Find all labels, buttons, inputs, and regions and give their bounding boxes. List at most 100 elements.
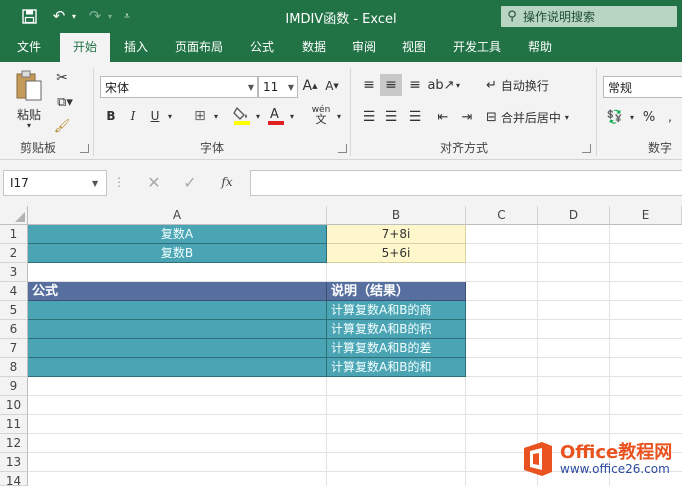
chevron-down-icon: ▾	[564, 112, 569, 122]
font-color-dropdown-icon[interactable]: ▾	[286, 106, 298, 126]
cell-b1[interactable]: 7+8i	[327, 225, 466, 244]
cell-a8[interactable]	[28, 358, 327, 377]
italic-button[interactable]: I	[124, 106, 142, 126]
tab-data[interactable]: 数据	[292, 33, 336, 62]
paste-icon[interactable]	[12, 68, 46, 104]
cell-a5[interactable]	[28, 301, 327, 320]
decrease-font-icon[interactable]: A ▼	[322, 76, 342, 96]
row-header[interactable]: 5	[0, 301, 28, 320]
row-header[interactable]: 2	[0, 244, 28, 263]
row-header[interactable]: 8	[0, 358, 28, 377]
cell-b5[interactable]: 计算复数A和B的商	[327, 301, 466, 320]
borders-icon[interactable]: ⊞	[190, 106, 210, 126]
formula-input[interactable]	[250, 170, 682, 196]
cell-a1[interactable]: 复数A	[28, 225, 327, 244]
tab-home[interactable]: 开始	[60, 31, 110, 64]
clipboard-launcher-icon[interactable]	[80, 144, 89, 153]
row-header[interactable]: 3	[0, 263, 28, 282]
align-left-icon[interactable]: ☰	[358, 106, 380, 128]
orientation-dropdown-icon[interactable]: ▾	[452, 74, 464, 96]
cell-b4[interactable]: 说明（结果）	[327, 282, 466, 301]
borders-dropdown-icon[interactable]: ▾	[210, 106, 222, 126]
chevron-down-icon: ▼	[287, 82, 295, 92]
alignment-launcher-icon[interactable]	[582, 144, 591, 153]
font-launcher-icon[interactable]	[338, 144, 347, 153]
separator	[93, 68, 94, 156]
row-header[interactable]: 6	[0, 320, 28, 339]
tab-file[interactable]: 文件	[6, 33, 52, 62]
format-painter-icon[interactable]: 🖌	[52, 116, 72, 136]
ribbon: 粘贴 ▾ ✂ ⧉▾ 🖌 剪贴板 宋体 ▼ 11 ▼ A ▲ A ▼ B I U ▾ …	[0, 62, 682, 160]
top-align-icon[interactable]: ≡	[358, 74, 380, 96]
cell-b6[interactable]: 计算复数A和B的积	[327, 320, 466, 339]
column-header-d[interactable]: D	[538, 206, 610, 225]
alignment-group-label: 对齐方式	[440, 141, 489, 155]
phonetic-guide-icon[interactable]: wén 文	[308, 104, 334, 126]
name-box[interactable]: I17 ▼	[3, 170, 107, 196]
tab-formulas[interactable]: 公式	[240, 33, 284, 62]
cell-b8[interactable]: 计算复数A和B的和	[327, 358, 466, 377]
font-name-select[interactable]: 宋体 ▼	[100, 76, 258, 98]
row-header[interactable]: 4	[0, 282, 28, 301]
tab-developer[interactable]: 开发工具	[444, 33, 510, 62]
cancel-icon[interactable]: ✕	[142, 170, 166, 194]
underline-button[interactable]: U	[146, 106, 164, 126]
column-header-b[interactable]: B	[327, 206, 466, 225]
row-header[interactable]: 7	[0, 339, 28, 358]
tab-review[interactable]: 审阅	[342, 33, 386, 62]
paste-dropdown-icon[interactable]: ▾	[22, 120, 36, 130]
font-size-select[interactable]: 11 ▼	[258, 76, 298, 98]
number-format-value: 常规	[608, 80, 633, 95]
row-header[interactable]: 14	[0, 472, 28, 488]
cell-a4[interactable]: 公式	[28, 282, 327, 301]
row-header[interactable]: 9	[0, 377, 28, 396]
name-box-value: I17	[10, 176, 29, 190]
tab-view[interactable]: 视图	[392, 33, 436, 62]
merge-center-button[interactable]: ⊟ 合并后居中 ▾	[486, 106, 596, 128]
decrease-indent-icon[interactable]: ⇤	[432, 106, 454, 128]
increase-font-icon[interactable]: A ▲	[300, 76, 320, 96]
number-group-label: 数字	[648, 141, 673, 155]
tab-page-layout[interactable]: 页面布局	[166, 33, 232, 62]
currency-dropdown-icon[interactable]: ▾	[626, 106, 638, 128]
cell-b2[interactable]: 5+6i	[327, 244, 466, 263]
enter-icon[interactable]: ✓	[178, 170, 202, 194]
copy-icon[interactable]: ⧉▾	[52, 92, 78, 112]
wrap-text-button[interactable]: ↵ 自动换行	[486, 74, 566, 96]
cell-a7[interactable]	[28, 339, 327, 358]
cut-icon[interactable]: ✂	[52, 68, 72, 88]
bold-button[interactable]: B	[102, 106, 120, 126]
row-header[interactable]: 13	[0, 453, 28, 472]
middle-align-icon[interactable]: ≡	[380, 74, 402, 96]
cell-b7[interactable]: 计算复数A和B的差	[327, 339, 466, 358]
increase-indent-icon[interactable]: ⇥	[456, 106, 478, 128]
fill-color-dropdown-icon[interactable]: ▾	[252, 106, 264, 126]
row-header[interactable]: 10	[0, 396, 28, 415]
row-header[interactable]: 1	[0, 225, 28, 244]
align-center-icon[interactable]: ☰	[380, 106, 402, 128]
phonetic-dropdown-icon[interactable]: ▾	[334, 106, 344, 126]
column-header-a[interactable]: A	[28, 206, 327, 225]
tell-me-search[interactable]: ⚲ 操作说明搜索	[501, 6, 677, 27]
align-right-icon[interactable]: ☰	[404, 106, 426, 128]
fill-color-icon[interactable]	[232, 104, 252, 126]
select-all-corner[interactable]	[0, 206, 28, 225]
bottom-align-icon[interactable]: ≡	[404, 74, 426, 96]
column-header-c[interactable]: C	[466, 206, 538, 225]
currency-icon[interactable]: 💱	[604, 106, 626, 128]
tab-help[interactable]: 帮助	[518, 33, 562, 62]
cell-a6[interactable]	[28, 320, 327, 339]
cell-a2[interactable]: 复数B	[28, 244, 327, 263]
percent-button[interactable]: %	[640, 106, 658, 128]
orientation-icon[interactable]: ab↗	[427, 74, 454, 96]
row-header[interactable]: 11	[0, 415, 28, 434]
insert-function-button[interactable]: fx	[214, 170, 240, 194]
column-header-e[interactable]: E	[610, 206, 682, 225]
comma-style-icon[interactable]: ,	[660, 106, 680, 128]
underline-dropdown-icon[interactable]: ▾	[164, 106, 176, 126]
search-icon: ⚲	[507, 9, 517, 24]
row-header[interactable]: 12	[0, 434, 28, 453]
font-color-icon[interactable]: A	[266, 104, 286, 126]
number-format-select[interactable]: 常规	[603, 76, 682, 98]
tab-insert[interactable]: 插入	[114, 33, 158, 62]
